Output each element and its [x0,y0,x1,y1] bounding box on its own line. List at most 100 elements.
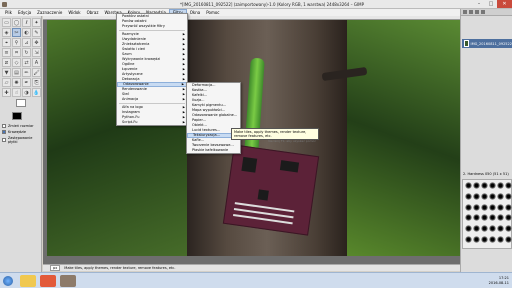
brush-preset-icon[interactable] [505,236,512,244]
layers-tab-icon[interactable] [463,10,467,14]
brush-preset-icon[interactable] [489,236,496,244]
brush-preset-icon[interactable] [505,225,512,233]
brush-preset-icon[interactable] [497,192,504,200]
brush-preset-icon[interactable] [505,192,512,200]
align-tool-icon[interactable]: ≡ [2,48,11,57]
explorer-task-icon[interactable] [20,275,36,287]
brush-preset-icon[interactable] [481,236,488,244]
measure-tool-icon[interactable]: ⊿ [22,38,31,47]
undo-tab-icon[interactable] [481,10,485,14]
brush-preset-icon[interactable] [489,214,496,222]
minimize-button[interactable]: – [473,0,485,8]
gimp-task-icon[interactable] [60,275,76,287]
brush-preset-icon[interactable] [497,182,504,189]
tooltip: Make tiles, apply themes, render texture… [231,128,319,143]
perspective-tool-icon[interactable]: ◇ [12,58,21,67]
move-tool-icon[interactable]: ✥ [32,38,41,47]
brush-preset-icon[interactable] [473,236,480,244]
filters-menu-item[interactable]: Animacja ▶ [117,97,187,102]
paths-tab-icon[interactable] [475,10,479,14]
menu-3[interactable]: Widok [65,9,83,16]
color-picker-tool-icon[interactable]: ⌖ [2,38,11,47]
blend-tool-icon[interactable]: ▤ [12,68,21,77]
menu-10[interactable]: Pomoc [203,9,222,16]
menu-2[interactable]: Zaznaczenie [34,9,65,16]
brush-preset-icon[interactable] [473,182,480,189]
background-color-swatch[interactable] [16,99,26,107]
clone-tool-icon[interactable]: ⎘ [32,78,41,87]
brush-preset-icon[interactable] [497,203,504,211]
brush-preset-icon[interactable] [465,182,472,189]
menu-1[interactable]: Edycja [15,9,34,16]
filters-menu-item[interactable]: Script-Fu ▶ [117,120,187,125]
brush-preset-icon[interactable] [497,236,504,244]
eraser-tool-icon[interactable]: ▱ [2,78,11,87]
brush-preset-icon[interactable] [465,225,472,233]
paths-tool-icon[interactable]: ✎ [32,28,41,37]
brush-preset-icon[interactable] [481,225,488,233]
foreground-select-tool-icon[interactable]: ◐ [22,28,31,37]
menu-separator [119,103,185,104]
brush-preset-icon[interactable] [481,182,488,189]
brush-preset-icon[interactable] [481,203,488,211]
pencil-tool-icon[interactable]: ✏ [22,68,31,77]
menu-9[interactable]: Okna [187,9,203,16]
crop-tool-icon[interactable]: ⌗ [12,48,21,57]
brush-preset-icon[interactable] [497,214,504,222]
brush-preset-icon[interactable] [489,182,496,189]
menu-0[interactable]: Plik [2,9,15,16]
filters-menu-item-label: Uwydatnienie [122,37,146,41]
brush-preset-icon[interactable] [465,203,472,211]
channels-tab-icon[interactable] [469,10,473,14]
brush-preset-icon[interactable] [473,203,480,211]
start-button-icon[interactable] [3,276,13,286]
color-select-tool-icon[interactable]: ◈ [2,28,11,37]
bucket-fill-tool-icon[interactable]: ▼ [2,68,11,77]
close-button[interactable]: ✕ [497,0,512,8]
brush-preset-icon[interactable] [481,214,488,222]
unit-selector[interactable]: px [50,265,61,271]
submenu-item[interactable]: Płaskie kafelkowanie [187,148,240,153]
brush-preset-icon[interactable] [481,192,488,200]
browser-task-icon[interactable] [40,275,56,287]
text-tool-icon[interactable]: A [32,58,41,67]
menu-4[interactable]: Obraz [84,9,102,16]
brush-preset-icon[interactable] [505,203,512,211]
foreground-color-swatch[interactable] [12,112,22,120]
brush-preset-icon[interactable] [465,236,472,244]
airbrush-tool-icon[interactable]: ✺ [12,78,21,87]
submenu-arrow-icon: ▶ [181,82,184,86]
layer-name: IMG_20160811_092522 [470,41,512,46]
layer-row[interactable]: IMG_20160811_092522 [462,39,512,48]
shear-tool-icon[interactable]: ⧄ [2,58,11,67]
filters-menu-item[interactable]: Przywróć wszystkie filtry [117,24,187,29]
tool-option-3[interactable]: Zastępowanie płytki [2,136,40,144]
brush-preset-icon[interactable] [505,182,512,189]
fuzzy-select-tool-icon[interactable]: ✦ [32,18,41,27]
ink-tool-icon[interactable]: ✒ [22,78,31,87]
clock-date: 2016-08-11 [488,281,509,285]
scissors-tool-icon[interactable]: ✂ [12,28,21,37]
flip-tool-icon[interactable]: ⇄ [22,58,31,67]
brush-preset-icon[interactable] [473,214,480,222]
tool-option-1[interactable]: Zmień rozmiar [2,124,40,128]
zoom-tool-icon[interactable]: ⚲ [12,38,21,47]
brush-preset-icon[interactable] [489,192,496,200]
paintbrush-tool-icon[interactable]: 🖌 [32,68,41,77]
scale-tool-icon[interactable]: ⇲ [32,48,41,57]
brush-preset-icon[interactable] [465,192,472,200]
rotate-tool-icon[interactable]: ↻ [22,48,31,57]
ellipse-select-tool-icon[interactable]: ◯ [12,18,21,27]
rect-select-tool-icon[interactable]: ▭ [2,18,11,27]
brush-preset-icon[interactable] [489,225,496,233]
brush-preset-icon[interactable] [465,214,472,222]
maximize-button[interactable]: □ [485,0,497,8]
brush-preset-icon[interactable] [497,225,504,233]
brush-preset-icon[interactable] [505,214,512,222]
brush-preset-icon[interactable] [489,203,496,211]
brush-preset-icon[interactable] [473,192,480,200]
tool-option-2[interactable]: Krawędzie [2,130,40,134]
free-select-tool-icon[interactable]: ℓ [22,18,31,27]
blur-tool-icon[interactable]: 💧 [32,88,41,97]
brush-preset-icon[interactable] [473,225,480,233]
